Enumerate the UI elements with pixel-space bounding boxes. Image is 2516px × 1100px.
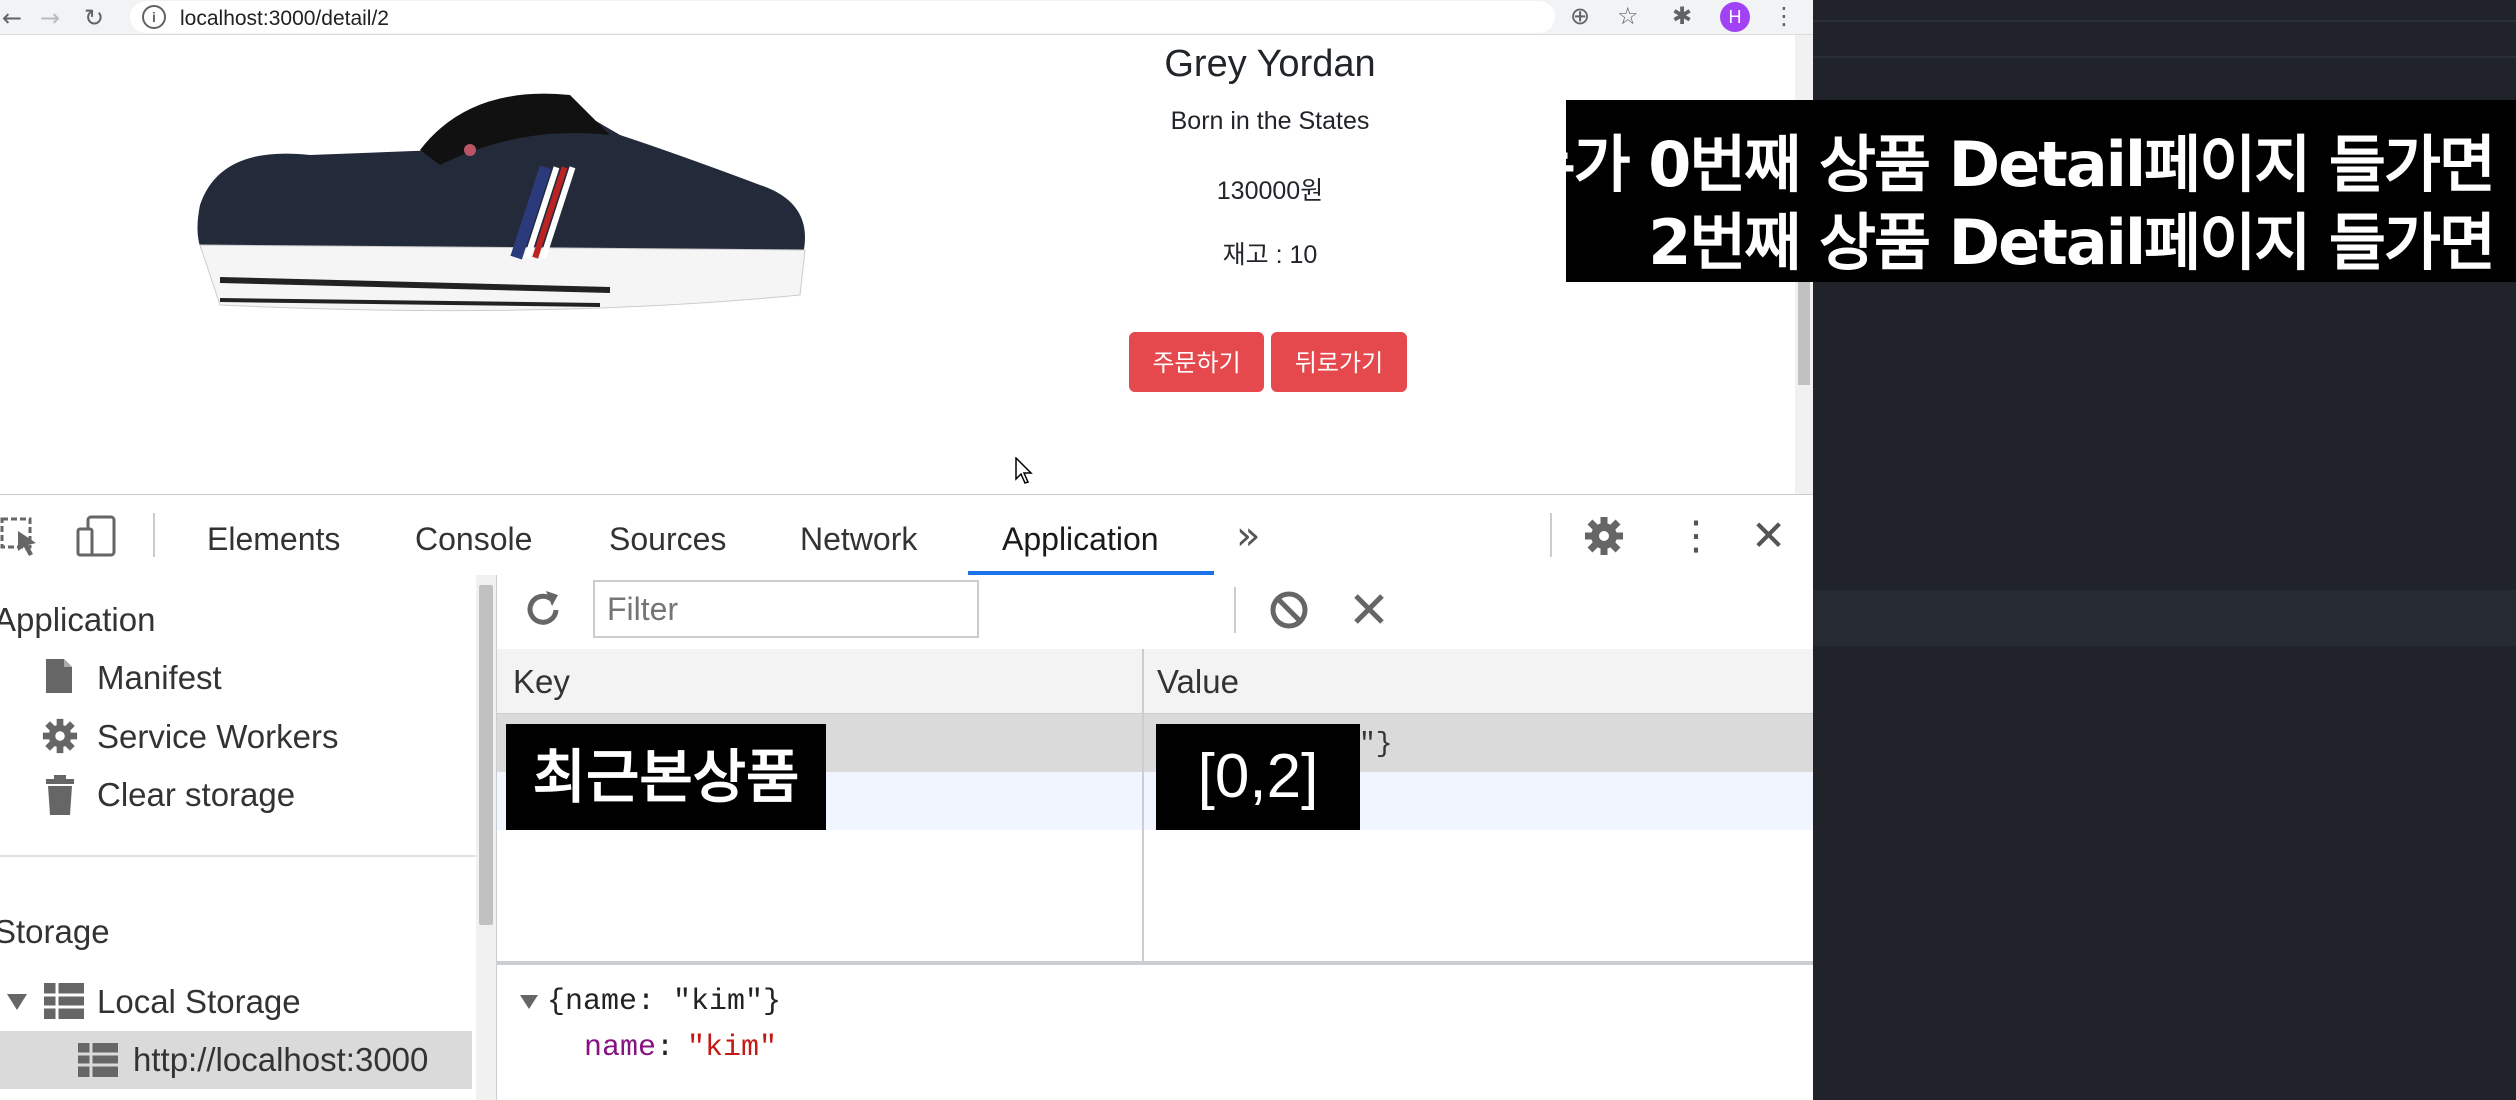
refresh-icon[interactable] (522, 589, 564, 631)
sidebar-item-origin[interactable]: http://localhost:3000 (133, 1041, 428, 1079)
caption-line-2: 2번째 상품 Detail페이지 들가면 (1648, 206, 2496, 279)
manifest-file-icon (46, 659, 72, 693)
product-stock: 재고 : 10 (1222, 241, 1318, 269)
forward-arrow-icon[interactable]: → (40, 4, 60, 32)
close-devtools-icon[interactable]: ✕ (1751, 511, 1786, 560)
devtools-panel: Elements Console Sources Network Applica… (0, 494, 1813, 1100)
storage-filter-bar (497, 575, 1813, 650)
editor-highlight-line (1813, 590, 2516, 646)
origin-grid-icon (78, 1043, 118, 1077)
page-content: Grey Yordan Born in the States 130000원 재… (0, 35, 1795, 494)
reload-icon[interactable]: ↻ (84, 4, 104, 32)
sidebar-section-application: Application (0, 601, 156, 638)
devtools-toolbar: Elements Console Sources Network Applica… (0, 495, 1813, 576)
preview-prop-key: name (584, 1031, 657, 1065)
sidebar-item-clear-storage[interactable]: Clear storage (97, 776, 295, 814)
sidebar-section-storage: Storage (0, 913, 110, 950)
zoom-icon[interactable]: ⊕ (1570, 2, 1590, 30)
toolbar-divider (153, 513, 155, 557)
profile-avatar[interactable]: H (1720, 2, 1750, 32)
table-header: Key Value (497, 649, 1813, 715)
column-key[interactable]: Key (513, 663, 570, 701)
more-tabs-chevron-icon[interactable]: » (1236, 513, 1260, 559)
sidebar-divider (0, 855, 476, 857)
editor-rule (1813, 56, 2516, 58)
omnibox[interactable]: i localhost:3000/detail/2 (130, 1, 1555, 33)
sidebar-scrollbar-thumb[interactable] (479, 585, 493, 925)
column-value[interactable]: Value (1157, 663, 1239, 701)
sidebar-item-service-workers[interactable]: Service Workers (97, 718, 338, 756)
address-bar-row: ← → ↻ i localhost:3000/detail/2 ⊕ ☆ ✱ H … (0, 0, 1813, 35)
expand-triangle-icon[interactable] (6, 993, 28, 1011)
preview-prop-value: "kim" (687, 1031, 778, 1065)
clear-all-block-icon[interactable] (1269, 590, 1309, 630)
extensions-icon[interactable]: ✱ (1672, 2, 1692, 30)
device-toolbar-icon[interactable] (74, 513, 120, 559)
local-storage-grid-icon (44, 983, 84, 1019)
tab-sources[interactable]: Sources (609, 521, 726, 558)
value-preview: {name: "kim"} name : "kim" (497, 967, 1813, 1100)
tab-elements[interactable]: Elements (207, 521, 340, 558)
column-divider[interactable] (1142, 649, 1144, 963)
shoe-image (197, 93, 806, 312)
service-workers-gear-icon (42, 718, 78, 754)
storage-main-view: Key Value "} {name: "kim"} name : "kim" (497, 575, 1813, 1100)
bookmark-star-icon[interactable]: ☆ (1617, 2, 1639, 30)
back-arrow-icon[interactable]: ← (2, 4, 22, 32)
settings-gear-icon[interactable] (1583, 515, 1625, 557)
more-vert-icon[interactable]: ⋮ (1772, 2, 1796, 30)
order-button[interactable]: 주문하기 (1129, 332, 1264, 392)
product-title: Grey Yordan (1164, 43, 1376, 85)
filter-input[interactable] (593, 580, 979, 638)
clear-storage-trash-icon (46, 775, 74, 815)
sidebar-scrollbar[interactable] (476, 575, 496, 1100)
inspect-element-icon[interactable] (0, 515, 42, 557)
sidebar-item-manifest[interactable]: Manifest (97, 659, 222, 697)
editor-rule (1813, 20, 2516, 22)
application-sidebar: Application Manifest Service Workers Cle… (0, 575, 497, 1100)
filter-divider (1234, 587, 1236, 633)
caption-line-1: 누가 0번째 상품 Detail페이지 들가면 (1518, 128, 2496, 201)
info-icon[interactable]: i (142, 5, 166, 29)
url-text[interactable]: localhost:3000/detail/2 (180, 7, 389, 31)
product-price: 130000원 (1216, 177, 1324, 205)
delete-selected-icon[interactable] (1352, 592, 1386, 626)
product-subtitle: Born in the States (1170, 107, 1370, 135)
preview-summary[interactable]: {name: "kim"} (547, 985, 781, 1019)
subtitle-caption: 누가 0번째 상품 Detail페이지 들가면 2번째 상품 Detail페이지… (1519, 100, 2516, 282)
preview-colon: : (656, 1031, 675, 1065)
tab-application[interactable]: Application (1002, 521, 1159, 558)
toolbar-divider-right (1550, 513, 1552, 557)
value-cell-tail: "} (1359, 729, 1393, 760)
value-caption: [0,2] (1156, 724, 1360, 830)
mouse-cursor-icon (1015, 457, 1033, 484)
sidebar-item-local-storage[interactable]: Local Storage (97, 983, 301, 1021)
tab-console[interactable]: Console (415, 521, 532, 558)
selected-origin-row[interactable]: http://localhost:3000 (0, 1031, 472, 1089)
key-caption: 최근본상품 (506, 724, 826, 830)
collapse-triangle-icon[interactable] (519, 994, 539, 1010)
tab-network[interactable]: Network (800, 521, 917, 558)
preview-divider[interactable] (497, 961, 1813, 965)
back-button[interactable]: 뒤로가기 (1271, 332, 1407, 392)
devtools-menu-icon[interactable]: ⋮ (1676, 513, 1716, 559)
